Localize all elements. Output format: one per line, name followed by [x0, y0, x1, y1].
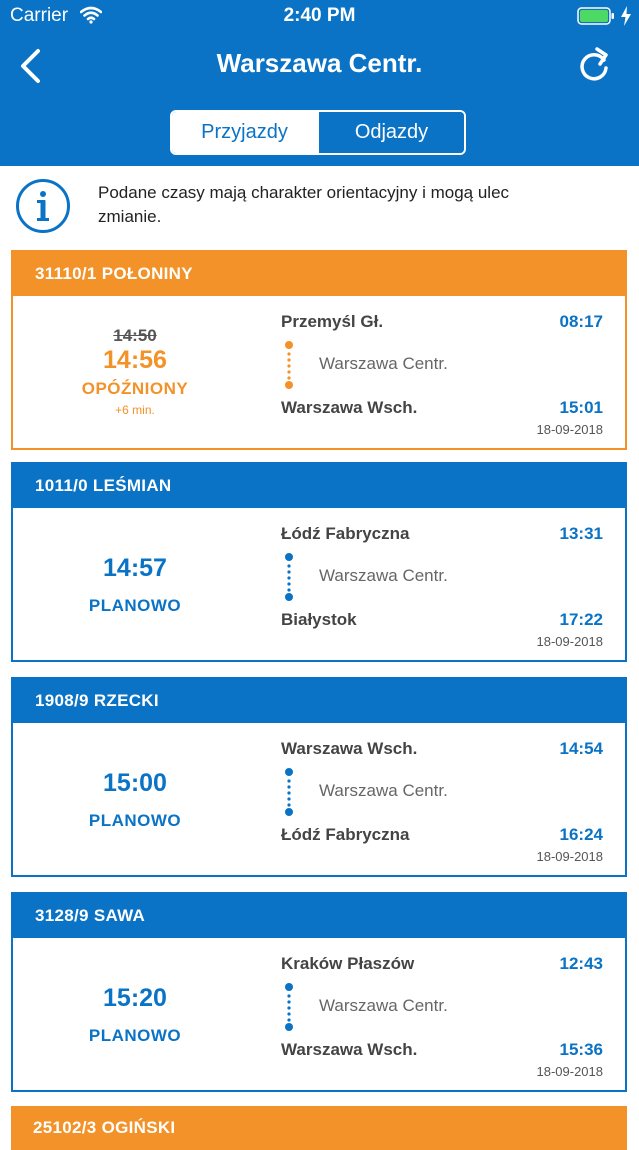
- train-details: 15:00 PLANOWO Warszawa Wsch. 14:54 Warsz…: [13, 723, 625, 875]
- destination-station: Białystok: [281, 610, 357, 629]
- top-bar: Carrier 2:40 PM Warszawa Centr. Przyjazd…: [0, 0, 639, 166]
- origin-time: 13:31: [559, 524, 603, 543]
- train-card[interactable]: 3128/9 SAWA 15:20 PLANOWO Kraków Płaszów…: [11, 892, 627, 1092]
- train-card[interactable]: 1908/9 RZECKI 15:00 PLANOWO Warszawa Wsc…: [11, 677, 627, 877]
- route-dots-icon: [285, 341, 293, 389]
- page-title: Warszawa Centr.: [216, 48, 423, 78]
- route-dots-icon: [285, 553, 293, 601]
- train-date: 18-09-2018: [536, 1064, 604, 1079]
- time-column: 15:20 PLANOWO: [13, 938, 257, 1090]
- origin-time: 08:17: [559, 312, 603, 331]
- refresh-icon[interactable]: [576, 46, 612, 84]
- destination-time: 16:24: [559, 825, 603, 844]
- battery-icon: [577, 7, 614, 25]
- train-card[interactable]: 25102/3 OGIŃSKI: [11, 1106, 627, 1150]
- destination-station: Warszawa Wsch.: [281, 398, 418, 417]
- origin-station: Łódź Fabryczna: [281, 524, 410, 543]
- status-label: PLANOWO: [88, 596, 182, 615]
- train-date: 18-09-2018: [536, 849, 604, 864]
- nav-bar: Warszawa Centr.: [0, 32, 639, 100]
- time-column: 14:50 14:56 OPÓŹNIONY +6 min.: [13, 296, 257, 448]
- destination-time: 15:36: [559, 1040, 603, 1059]
- time-column: 14:57 PLANOWO: [13, 508, 257, 660]
- train-date: 18-09-2018: [536, 422, 604, 437]
- current-station: Warszawa Centr.: [319, 996, 448, 1015]
- origin-time: 14:54: [559, 739, 603, 758]
- train-details: 14:57 PLANOWO Łódź Fabryczna 13:31 Warsz…: [13, 508, 625, 660]
- status-label: PLANOWO: [88, 1026, 182, 1045]
- scheduled-time: 15:00: [103, 769, 167, 797]
- status-label: PLANOWO: [88, 811, 182, 830]
- origin-time: 12:43: [559, 954, 603, 973]
- train-card[interactable]: 31110/1 POŁONINY 14:50 14:56 OPÓŹNIONY +…: [11, 250, 627, 450]
- origin-station: Kraków Płaszów: [281, 954, 415, 973]
- destination-time: 15:01: [559, 398, 603, 417]
- destination-station: Łódź Fabryczna: [281, 825, 410, 844]
- scheduled-time: 15:20: [103, 984, 167, 1012]
- train-name: 31110/1 POŁONINY: [13, 252, 625, 296]
- info-text: Podane czasy mają charakter orientacyjny…: [98, 183, 510, 226]
- status-label: OPÓŹNIONY: [81, 379, 189, 398]
- current-station: Warszawa Centr.: [319, 566, 448, 585]
- clock: 2:40 PM: [283, 5, 356, 26]
- route-dots-icon: [285, 768, 293, 816]
- train-card[interactable]: 1011/0 LEŚMIAN 14:57 PLANOWO Łódź Fabryc…: [11, 462, 627, 662]
- scheduled-time: 14:57: [103, 554, 167, 582]
- status-bar: Carrier 2:40 PM: [0, 0, 639, 32]
- destination-station: Warszawa Wsch.: [281, 1040, 418, 1059]
- train-date: 18-09-2018: [536, 634, 604, 649]
- info-banner: Podane czasy mają charakter orientacyjny…: [0, 166, 639, 240]
- train-details: 15:20 PLANOWO Kraków Płaszów 12:43 Warsz…: [13, 938, 625, 1090]
- current-station: Warszawa Centr.: [319, 354, 448, 373]
- info-icon: [16, 179, 70, 233]
- planned-time: 14:50: [113, 326, 157, 345]
- route-dots-icon: [285, 983, 293, 1031]
- tab-departures[interactable]: Odjazdy: [317, 112, 464, 153]
- train-name: 1011/0 LEŚMIAN: [13, 464, 625, 508]
- origin-station: Warszawa Wsch.: [281, 739, 418, 758]
- charging-icon: [621, 6, 631, 26]
- train-name: 3128/9 SAWA: [13, 894, 625, 938]
- current-station: Warszawa Centr.: [319, 781, 448, 800]
- origin-station: Przemyśl Gł.: [281, 312, 384, 331]
- train-name: 25102/3 OGIŃSKI: [11, 1106, 627, 1150]
- destination-time: 17:22: [559, 610, 603, 629]
- train-name: 1908/9 RZECKI: [13, 679, 625, 723]
- delay-minutes: +6 min.: [115, 403, 155, 417]
- arrivals-departures-toggle: Przyjazdy Odjazdy: [170, 110, 466, 155]
- train-details: 14:50 14:56 OPÓŹNIONY +6 min. Przemyśl G…: [13, 296, 625, 448]
- time-column: 15:00 PLANOWO: [13, 723, 257, 875]
- actual-time: 14:56: [103, 346, 167, 374]
- tab-arrivals[interactable]: Przyjazdy: [172, 112, 317, 153]
